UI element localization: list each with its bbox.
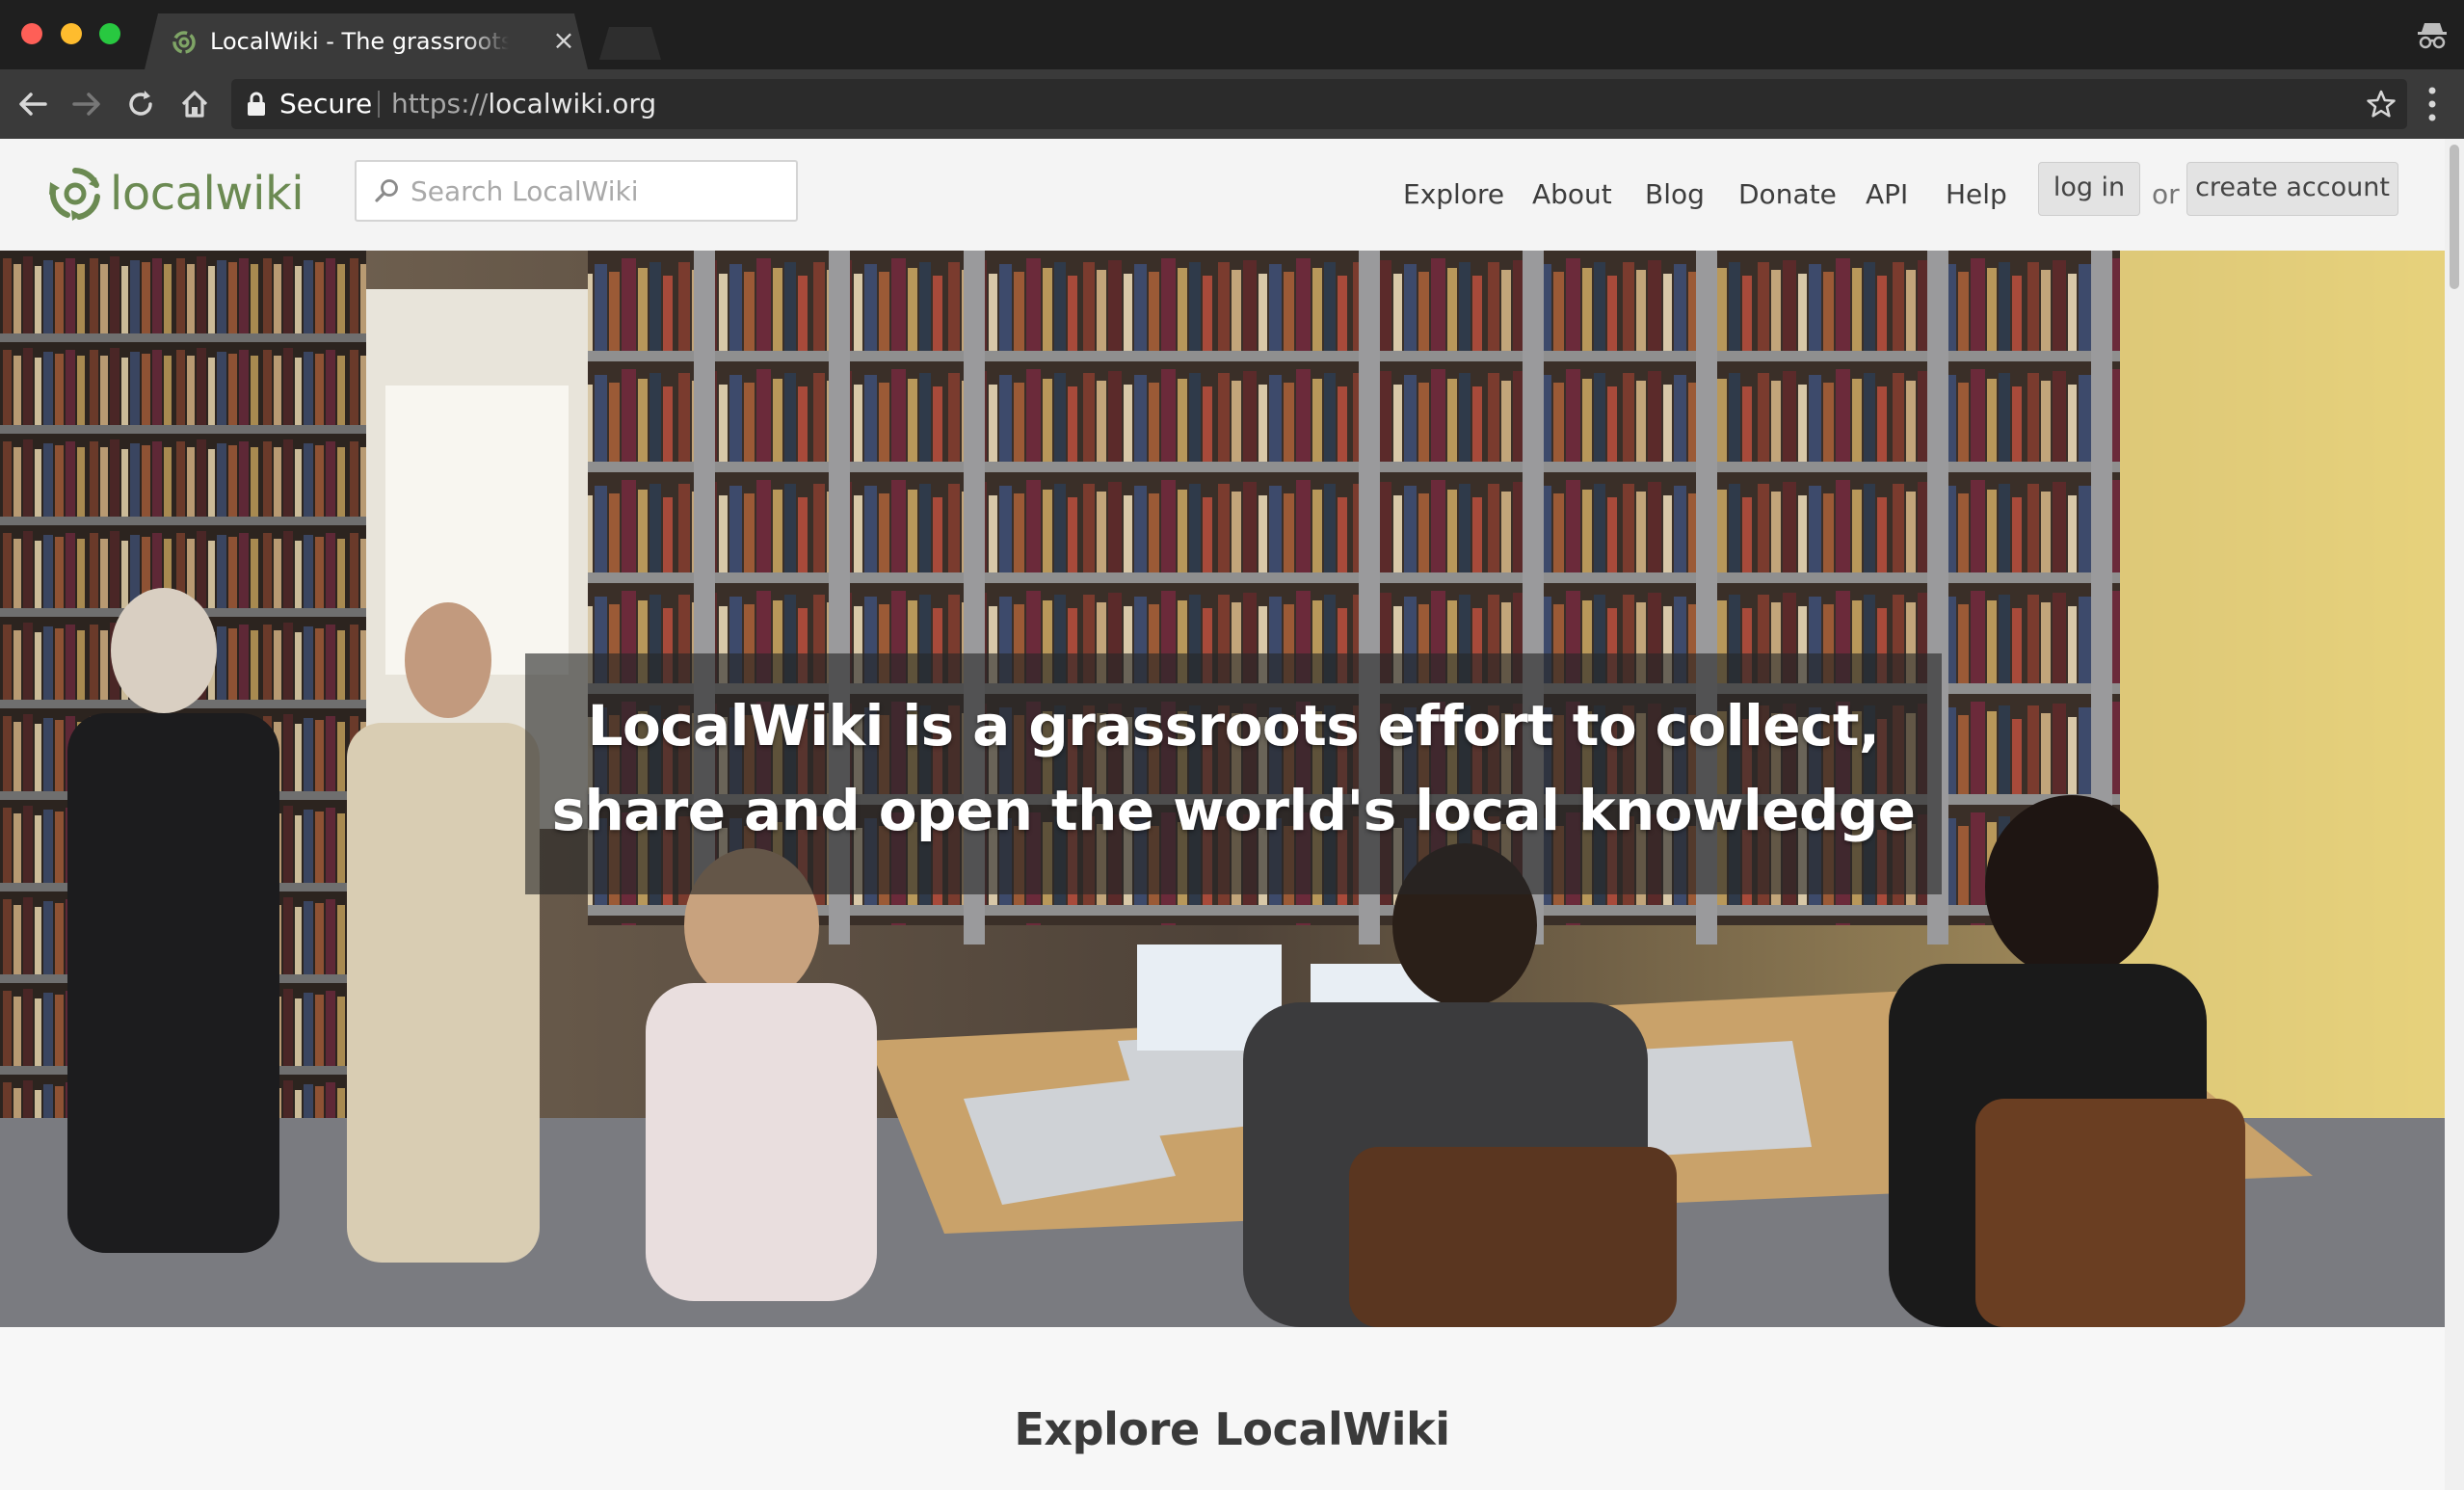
minimize-window-button[interactable] [61,23,82,44]
browser-tab-strip: LocalWiki - The grassroots effort to col… [0,0,2464,69]
home-button[interactable] [175,85,214,123]
address-divider [378,91,380,118]
page-viewport: localwiki Explore About Blog Donate API … [0,139,2464,1490]
nav-about-link[interactable]: About [1532,168,1612,222]
nav-donate-link[interactable]: Donate [1738,168,1837,222]
forward-button[interactable] [67,85,106,123]
explore-section: Explore LocalWiki [0,1327,2464,1490]
arrow-right-icon [72,93,100,116]
create-account-button[interactable]: create account [2186,162,2398,216]
url-host: localwiki.org [488,88,657,120]
browser-tab-active[interactable]: LocalWiki - The grassroots effort to col… [145,13,588,69]
reload-button[interactable] [121,85,160,123]
tab-title: LocalWiki - The grassroots effort to col… [210,28,509,55]
nav-blog-link[interactable]: Blog [1645,168,1705,222]
address-bar[interactable]: Secure https://localwiki.org [231,79,2407,129]
close-window-button[interactable] [21,23,42,44]
star-icon[interactable] [2366,89,2397,120]
tab-close-icon[interactable]: × [549,26,578,55]
localwiki-favicon-icon [170,28,199,57]
nav-help-link[interactable]: Help [1946,168,2007,222]
url-text: https://localwiki.org [391,87,656,121]
nav-api-link[interactable]: API [1866,168,1908,222]
or-separator: or [2152,178,2180,210]
new-tab-button[interactable] [599,27,661,60]
home-icon [181,91,208,118]
arrow-left-icon [19,93,47,116]
hero-tagline-line-1: LocalWiki is a grassroots effort to coll… [587,693,1880,758]
url-scheme: https:// [391,88,489,120]
lock-icon [248,92,265,116]
zoom-window-button[interactable] [99,23,120,44]
hero-tagline-line-2: share and open the world's local knowled… [551,778,1916,843]
hero-banner: LocalWiki is a grassroots effort to coll… [0,251,2464,1327]
kebab-menu-icon[interactable] [2417,83,2448,125]
browser-toolbar: Secure https://localwiki.org [0,69,2464,139]
incognito-icon [2418,23,2447,49]
reload-icon [129,91,152,116]
secure-label: Secure [279,88,373,120]
explore-heading: Explore LocalWiki [1014,1403,1450,1455]
login-button[interactable]: log in [2038,162,2140,216]
site-header: localwiki Explore About Blog Donate API … [0,139,2445,251]
nav-explore-link[interactable]: Explore [1403,168,1504,222]
back-button[interactable] [13,85,52,123]
scrollbar-thumb[interactable] [2450,145,2459,289]
hero-tagline-box: LocalWiki is a grassroots effort to coll… [525,653,1942,894]
page-scrollbar[interactable] [2445,139,2464,1490]
